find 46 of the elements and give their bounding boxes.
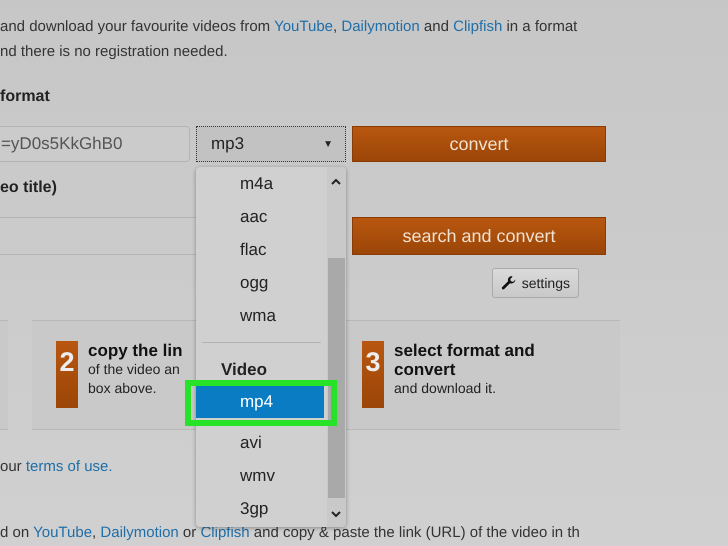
step-text: of the video an xyxy=(88,360,180,379)
intro-text: and download your favourite videos from xyxy=(0,18,272,35)
intro-text: nd there is no registration needed. xyxy=(0,43,228,60)
dropdown-option[interactable]: wma xyxy=(196,299,327,332)
section-heading: eo title) xyxy=(0,178,57,198)
scroll-down-icon[interactable] xyxy=(331,511,341,518)
dropdown-option[interactable]: m4a xyxy=(196,167,327,200)
step-text: box above. xyxy=(88,379,156,398)
instruction-text: d on xyxy=(0,524,30,541)
wrench-icon xyxy=(501,275,517,291)
instruction-text: , xyxy=(92,524,98,541)
intro-text: in a format xyxy=(505,18,578,35)
settings-button[interactable]: settings xyxy=(492,268,579,298)
link[interactable]: Clipfish xyxy=(200,524,250,541)
step-number: 3 xyxy=(362,341,384,408)
dropdown-option[interactable]: wmv xyxy=(196,459,327,492)
url-field[interactable]: =yD0s5KkGhB0 xyxy=(0,126,190,162)
section-heading: format xyxy=(0,87,50,107)
dropdown-option[interactable]: avi xyxy=(196,426,327,459)
dropdown-option[interactable]: aac xyxy=(196,200,327,233)
dropdown-option[interactable]: ogg xyxy=(196,266,327,299)
step-title: copy the lin xyxy=(88,341,182,360)
dropdown-option[interactable]: flac xyxy=(196,233,327,266)
option-group-label: Video xyxy=(220,359,268,381)
link[interactable]: YouTube xyxy=(274,18,334,35)
link[interactable]: Dailymotion xyxy=(341,18,420,35)
step-title: select format and convert xyxy=(394,341,536,379)
intro-text: , xyxy=(333,18,338,35)
dropdown-option[interactable]: mp4 xyxy=(196,386,324,418)
intro-text: and xyxy=(422,18,450,35)
convert-button[interactable]: convert xyxy=(352,126,606,162)
step-number: 2 xyxy=(56,341,78,408)
terms-text: our xyxy=(0,458,23,475)
link[interactable]: terms of use. xyxy=(26,458,113,475)
dropdown-option[interactable]: 3gp xyxy=(196,492,327,525)
instruction-text: and copy & paste the link (URL) of the video in th xyxy=(252,524,580,541)
link[interactable]: Clipfish xyxy=(453,18,502,35)
link[interactable]: Dailymotion xyxy=(100,524,179,541)
link[interactable]: YouTube xyxy=(33,524,92,541)
format-select[interactable]: mp3 ▼ xyxy=(196,126,346,162)
search-and-convert-button[interactable]: search and convert xyxy=(352,217,606,255)
scroll-up-icon[interactable] xyxy=(331,178,341,185)
instruction-text: or xyxy=(182,524,198,541)
scrollbar[interactable] xyxy=(327,167,346,527)
step-text: and download it. xyxy=(394,379,496,398)
scrollbar-thumb[interactable] xyxy=(328,258,345,498)
